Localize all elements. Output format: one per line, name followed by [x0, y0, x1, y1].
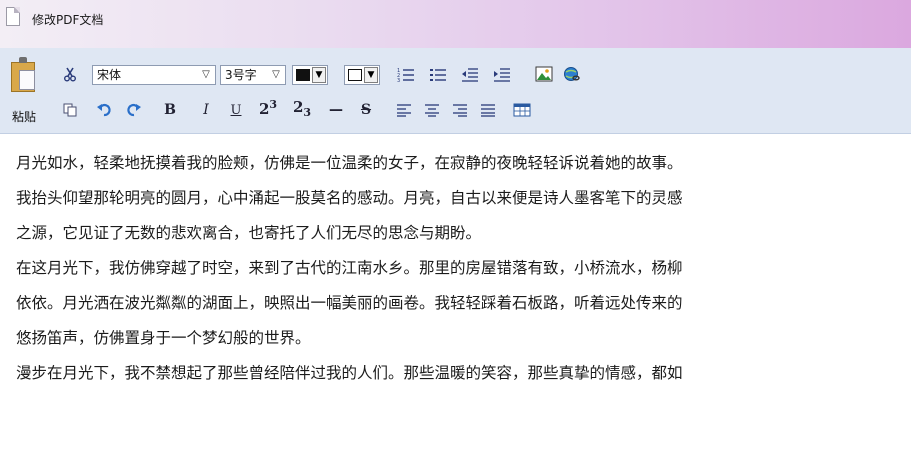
superscript-button[interactable]: 23	[258, 98, 278, 118]
align-justify-icon	[481, 104, 495, 117]
text-line[interactable]: 依依。月光洒在波光粼粼的湖面上，映照出一幅美丽的画卷。我轻轻踩着石板路，听着远处…	[16, 286, 896, 321]
align-center-button[interactable]	[422, 100, 442, 120]
paper-icon	[19, 70, 35, 90]
editor-toolbar: 粘贴 宋体 ▽ 3号字 ▽ ▼ ▼ 1 2 3 B I U 23 23 — S	[0, 48, 911, 134]
undo-button[interactable]	[94, 100, 114, 120]
text-line[interactable]: 在这月光下，我仿佛穿越了时空，来到了古代的江南水乡。那里的房屋错落有致，小桥流水…	[16, 251, 896, 286]
bold-button[interactable]: B	[160, 100, 180, 120]
redo-button[interactable]	[124, 100, 144, 120]
ordered-list-button[interactable]: 1 2 3	[396, 64, 416, 84]
font-family-select[interactable]: 宋体 ▽	[92, 65, 216, 85]
align-right-icon	[453, 104, 467, 117]
window-title: 修改PDF文档	[32, 13, 104, 27]
horizontal-rule-button[interactable]: —	[326, 100, 346, 120]
editor-content[interactable]: 月光如水，轻柔地抚摸着我的脸颊，仿佛是一位温柔的女子，在寂静的夜晚轻轻诉说着她的…	[0, 134, 911, 457]
subscript-button[interactable]: 23	[292, 97, 312, 119]
title-bar: 修改PDF文档	[0, 0, 911, 48]
underline-icon: U	[230, 102, 242, 118]
superscript-icon: 23	[258, 98, 278, 118]
paste-label: 粘贴	[12, 110, 37, 124]
text-line[interactable]: 我抬头仰望那轮明亮的圆月，心中涌起一股莫名的感动。月亮，自古以来便是诗人墨客笔下…	[16, 181, 896, 216]
bullet-list-icon	[430, 69, 446, 81]
unordered-list-button[interactable]	[428, 64, 448, 84]
document-icon	[6, 7, 20, 26]
align-center-icon	[425, 104, 439, 117]
bold-icon: B	[164, 102, 176, 118]
insert-link-button[interactable]	[562, 64, 582, 84]
copy-icon	[63, 103, 77, 117]
text-line[interactable]: 月光如水，轻柔地抚摸着我的脸颊，仿佛是一位温柔的女子，在寂静的夜晚轻轻诉说着她的…	[16, 146, 896, 181]
insert-image-button[interactable]	[534, 64, 554, 84]
strikethrough-icon: S	[360, 102, 372, 118]
table-icon	[513, 103, 531, 117]
ordered-list-icon: 1 2 3	[397, 68, 414, 82]
text-color-swatch	[296, 69, 310, 81]
text-color-picker[interactable]: ▼	[292, 65, 328, 85]
svg-text:3: 3	[397, 78, 400, 82]
scissors-icon	[64, 67, 76, 82]
dropdown-arrow-icon: ▼	[312, 67, 326, 83]
italic-icon: I	[203, 102, 209, 118]
strikethrough-button[interactable]: S	[356, 100, 376, 120]
align-left-icon	[397, 104, 411, 117]
insert-table-button[interactable]	[512, 100, 532, 120]
font-family-value: 宋体	[97, 68, 122, 82]
paste-button[interactable]	[8, 56, 38, 100]
font-size-select[interactable]: 3号字 ▽	[220, 65, 286, 85]
redo-icon	[127, 103, 141, 117]
background-color-swatch	[348, 69, 362, 81]
outdent-button[interactable]	[460, 64, 480, 84]
dropdown-arrow-icon: ▼	[364, 67, 378, 83]
indent-button[interactable]	[492, 64, 512, 84]
font-size-value: 3号字	[225, 68, 257, 82]
underline-button[interactable]: U	[226, 100, 246, 120]
text-line[interactable]: 悠扬笛声，仿佛置身于一个梦幻般的世界。	[16, 321, 896, 356]
background-color-picker[interactable]: ▼	[344, 65, 380, 85]
image-icon	[535, 66, 553, 82]
text-line[interactable]: 漫步在月光下，我不禁想起了那些曾经陪伴过我的人们。那些温暖的笑容，那些真挚的情感…	[16, 356, 896, 391]
undo-icon	[97, 103, 111, 117]
outdent-icon	[462, 68, 478, 82]
chevron-down-icon: ▽	[202, 69, 210, 80]
cut-button[interactable]	[60, 64, 80, 84]
subscript-icon: 23	[292, 97, 312, 119]
align-justify-button[interactable]	[478, 100, 498, 120]
text-line[interactable]: 之源，它见证了无数的悲欢离合，也寄托了人们无尽的思念与期盼。	[16, 216, 896, 251]
globe-link-icon	[564, 67, 580, 81]
horizontal-rule-icon: —	[329, 102, 343, 118]
align-left-button[interactable]	[394, 100, 414, 120]
copy-button[interactable]	[60, 100, 80, 120]
chevron-down-icon: ▽	[272, 69, 280, 80]
italic-button[interactable]: I	[196, 100, 216, 120]
align-right-button[interactable]	[450, 100, 470, 120]
indent-icon	[494, 68, 510, 82]
